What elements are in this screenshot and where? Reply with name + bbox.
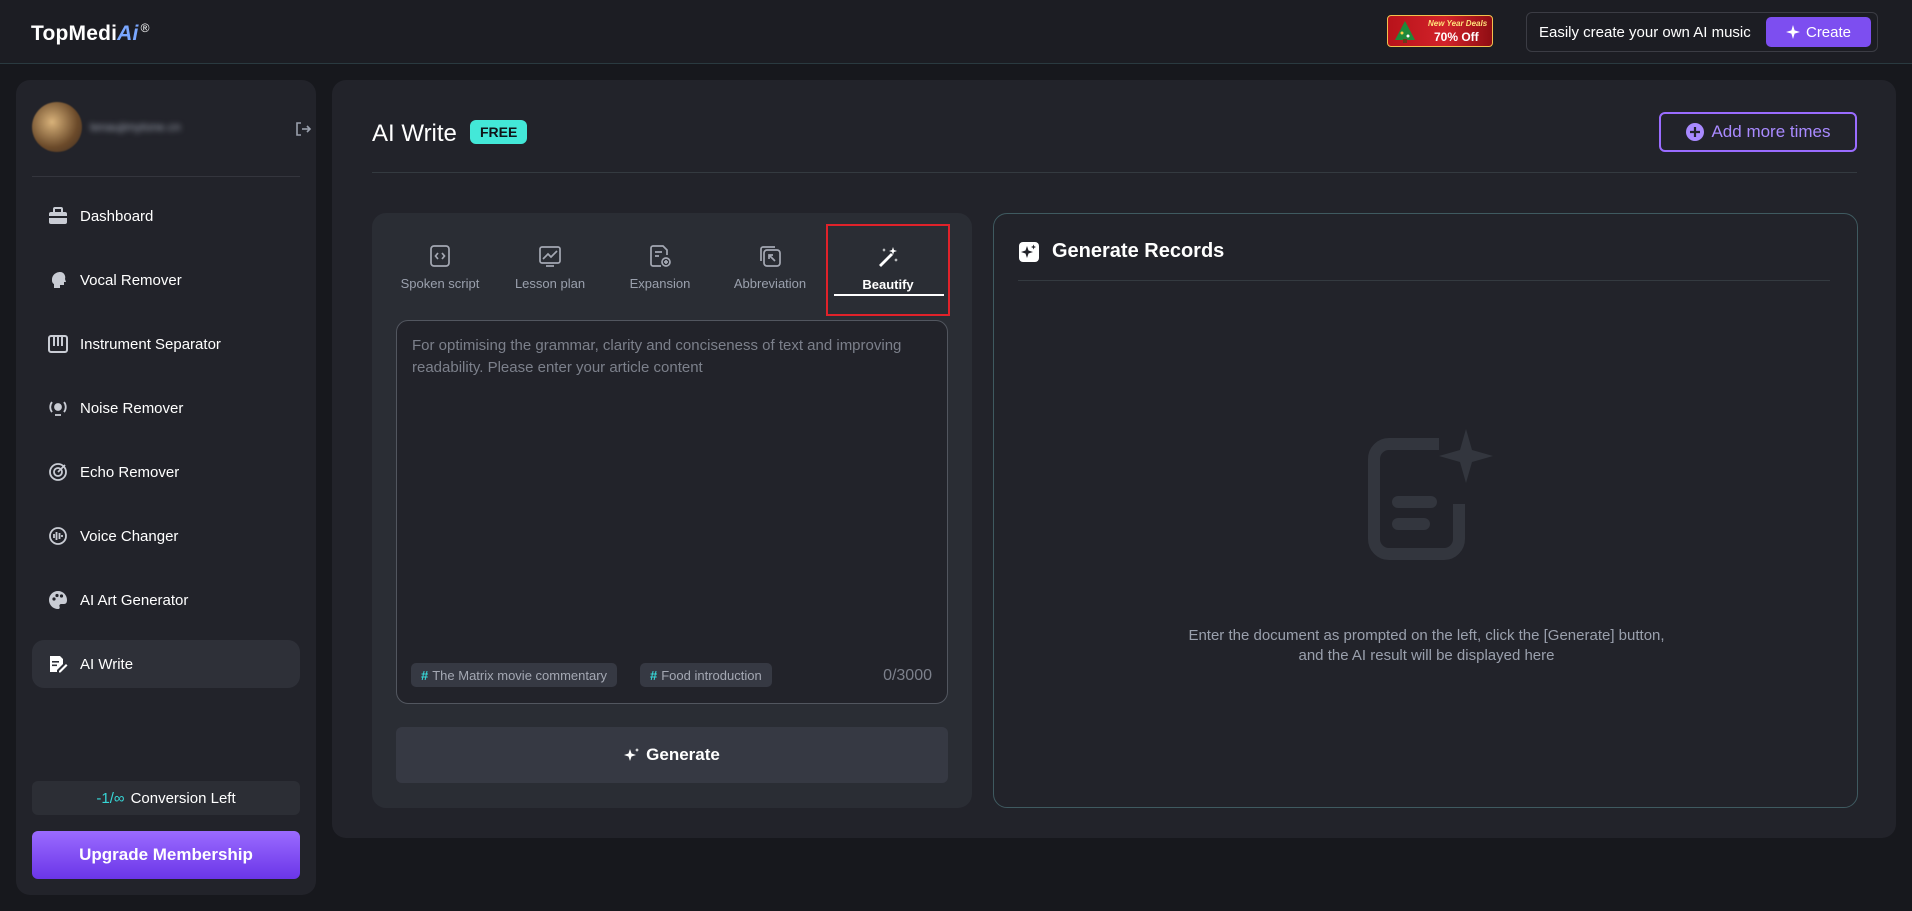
sidebar-item-vocal-remover[interactable]: Vocal Remover [32, 256, 300, 304]
tab-beautify[interactable]: Beautify [826, 224, 950, 316]
write-mode-tabs: Spoken script Lesson plan Expansion Abbr… [386, 224, 958, 317]
shrink-icon [757, 243, 783, 269]
christmas-tree-icon [1395, 21, 1415, 43]
noise-icon [48, 398, 68, 418]
chart-icon [537, 243, 563, 269]
tab-expansion[interactable]: Expansion [606, 225, 714, 317]
sparkle-icon [1785, 25, 1800, 39]
sidebar-divider [32, 176, 300, 177]
records-icon [1019, 241, 1039, 262]
new-year-promo-banner[interactable]: New Year Deals 70% Off [1387, 15, 1493, 47]
logo-ai: Ai [117, 22, 139, 45]
user-profile: tenaujimytone.cn [32, 102, 312, 154]
create-label: Create [1805, 23, 1852, 41]
sidebar: tenaujimytone.cn Dashboard Vocal Remover… [16, 80, 316, 895]
sidebar-nav: Dashboard Vocal Remover Instrument Separ… [32, 192, 300, 704]
sidebar-item-instrument-separator[interactable]: Instrument Separator [32, 320, 300, 368]
sidebar-item-label: Noise Remover [80, 399, 184, 417]
example-chip-matrix[interactable]: # The Matrix movie commentary [411, 663, 618, 687]
tab-lesson-plan[interactable]: Lesson plan [496, 225, 604, 317]
conversion-left: -1/∞ Conversion Left [32, 781, 300, 815]
logout-icon[interactable] [294, 120, 312, 138]
generate-label: Generate [646, 745, 720, 764]
sidebar-item-dashboard[interactable]: Dashboard [32, 192, 300, 240]
article-editor: # The Matrix movie commentary # Food int… [396, 320, 948, 704]
plus-circle-icon [1686, 123, 1705, 141]
palette-icon [48, 590, 68, 610]
sidebar-item-label: Vocal Remover [80, 271, 182, 289]
char-counter: 0/3000 [883, 667, 932, 684]
create-button[interactable]: Create [1766, 17, 1871, 47]
generate-records-panel: Generate Records Enter the document as p… [993, 213, 1858, 808]
promo-line1: New Year Deals [1428, 19, 1488, 28]
page-title: AI Write [372, 120, 457, 147]
hash-icon: # [650, 667, 658, 683]
add-more-times-button[interactable]: Add more times [1659, 112, 1857, 152]
chip-label: Food introduction [661, 667, 762, 683]
tab-label: Beautify [862, 277, 914, 292]
sidebar-item-label: Voice Changer [80, 527, 179, 545]
head-icon [48, 270, 68, 290]
tab-abbreviation[interactable]: Abbreviation [716, 225, 824, 317]
sparkle-icon [624, 748, 640, 761]
sidebar-item-label: Instrument Separator [80, 335, 221, 353]
sidebar-item-label: AI Write [80, 655, 134, 673]
sidebar-item-label: Dashboard [80, 207, 154, 225]
conversion-label: Conversion Left [130, 789, 236, 807]
user-email: tenaujimytone.cn [90, 120, 181, 134]
article-input[interactable] [412, 335, 932, 635]
title-divider [372, 172, 1857, 173]
tab-spoken-script[interactable]: Spoken script [386, 225, 494, 317]
main-content: AI Write FREE Add more times Spoken scri… [332, 80, 1896, 838]
empty-state-text: Enter the document as prompted on the le… [994, 626, 1859, 666]
tab-label: Expansion [629, 276, 691, 291]
chip-label: The Matrix movie commentary [432, 667, 608, 683]
echo-icon [48, 462, 68, 482]
doc-plus-icon [647, 243, 673, 269]
empty-line1: Enter the document as prompted on the le… [1188, 627, 1665, 644]
sidebar-item-voice-changer[interactable]: Voice Changer [32, 512, 300, 560]
records-title: Generate Records [1052, 240, 1225, 262]
ai-music-prompt: Easily create your own AI music Create [1526, 12, 1878, 52]
briefcase-icon [48, 206, 68, 226]
sidebar-item-label: AI Art Generator [80, 591, 189, 609]
promo-line2: 70% Off [1434, 30, 1479, 44]
logo-reg: ® [140, 21, 150, 35]
tab-label: Lesson plan [514, 276, 586, 291]
sidebar-item-noise-remover[interactable]: Noise Remover [32, 384, 300, 432]
sidebar-item-echo-remover[interactable]: Echo Remover [32, 448, 300, 496]
empty-document-icon [1368, 429, 1493, 560]
empty-line2: and the AI result will be displayed here [1298, 647, 1555, 664]
sidebar-item-ai-art-generator[interactable]: AI Art Generator [32, 576, 300, 624]
upgrade-membership-button[interactable]: Upgrade Membership [32, 831, 300, 879]
logo-text: TopMedi [31, 22, 118, 45]
sidebar-item-ai-write[interactable]: AI Write [32, 640, 300, 688]
code-doc-icon [427, 243, 453, 269]
write-icon [48, 654, 68, 674]
records-header: Generate Records [1018, 240, 1224, 263]
tab-label: Spoken script [400, 276, 480, 291]
add-more-label: Add more times [1711, 122, 1831, 141]
records-divider [1018, 280, 1830, 281]
tab-label: Abbreviation [733, 276, 807, 291]
piano-icon [48, 334, 68, 354]
magic-wand-icon [875, 244, 901, 270]
voice-icon [48, 526, 68, 546]
write-panel: Spoken script Lesson plan Expansion Abbr… [372, 213, 972, 808]
avatar[interactable] [32, 102, 82, 152]
free-badge: FREE [470, 120, 528, 144]
generate-button[interactable]: Generate [396, 727, 948, 783]
hash-icon: # [421, 667, 429, 683]
logo[interactable]: TopMediAi ® [31, 21, 150, 46]
top-bar: TopMediAi ® New Year Deals 70% Off Easily… [0, 0, 1912, 64]
example-chip-food[interactable]: # Food introduction [640, 663, 772, 687]
sidebar-item-label: Echo Remover [80, 463, 180, 481]
active-tab-underline [834, 294, 944, 296]
conversion-count: -1/∞ [96, 789, 125, 807]
music-prompt-text: Easily create your own AI music [1539, 24, 1751, 41]
